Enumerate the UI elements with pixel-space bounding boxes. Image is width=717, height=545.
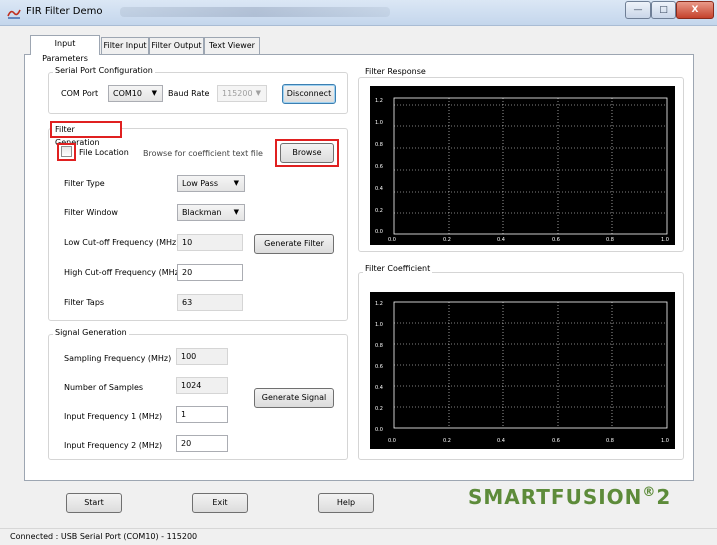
generate-signal-button[interactable]: Generate Signal xyxy=(254,388,334,408)
filter-response-grid xyxy=(394,98,667,234)
tab-text-viewer[interactable]: Text Viewer xyxy=(204,37,260,54)
number-of-samples-input[interactable]: 1024 xyxy=(176,377,228,394)
filter-coefficient-frame xyxy=(393,301,668,429)
filter-response-ytick: 0.6 xyxy=(375,164,383,170)
start-button[interactable]: Start xyxy=(66,493,122,513)
filter-window-label: Filter Window xyxy=(64,208,118,217)
filter-coefficient-xtick: 1.0 xyxy=(661,438,669,444)
high-cutoff-input[interactable]: 20 xyxy=(177,264,243,281)
filter-response-ytick: 0.4 xyxy=(375,186,383,192)
file-location-label: File Location xyxy=(79,148,129,157)
input-frequency-1-label: Input Frequency 1 (MHz) xyxy=(64,412,163,421)
browse-button[interactable]: Browse xyxy=(280,143,334,163)
filter-response-frame xyxy=(393,97,668,235)
tab-filter-output[interactable]: Filter Output xyxy=(149,37,204,54)
sampling-frequency-input[interactable]: 100 xyxy=(176,348,228,365)
signal-generation-group-label: Signal Generation xyxy=(53,328,129,337)
registered-icon: ® xyxy=(642,485,657,500)
chevron-down-icon: ▼ xyxy=(233,208,239,216)
filter-coefficient-grid xyxy=(394,302,667,428)
maximize-button[interactable]: □ xyxy=(651,1,676,19)
baud-rate-select[interactable]: 115200 ▼ xyxy=(217,85,267,102)
com-port-label: COM Port xyxy=(61,89,99,98)
baud-rate-value: 115200 xyxy=(222,89,253,98)
filter-type-select[interactable]: Low Pass ▼ xyxy=(177,175,245,192)
filter-coefficient-xtick: 0.6 xyxy=(552,438,560,444)
filter-response-ytick: 0.2 xyxy=(375,208,383,214)
filter-response-xtick: 0.4 xyxy=(497,237,505,243)
input-frequency-2-input[interactable]: 20 xyxy=(176,435,228,452)
filter-coefficient-ytick: 0.4 xyxy=(375,385,383,391)
high-cutoff-label: High Cut-off Frequency (MHz) xyxy=(64,268,182,277)
filter-response-ytick: 0.0 xyxy=(375,229,383,235)
filter-coefficient-xtick: 0.4 xyxy=(497,438,505,444)
chevron-down-icon: ▼ xyxy=(255,89,261,97)
tab-input-parameters[interactable]: Input Parameters xyxy=(30,35,100,63)
input-frequency-1-input[interactable]: 1 xyxy=(176,406,228,423)
filter-coefficient-plot: 1.2 1.0 0.8 0.6 0.4 0.2 0.0 0.0 0.2 0.4 … xyxy=(370,292,675,449)
filter-response-plot: 1.2 1.0 0.8 0.6 0.4 0.2 0.0 0.0 0.2 0.4 … xyxy=(370,86,675,245)
filter-taps-label: Filter Taps xyxy=(64,298,105,307)
serial-port-group-label: Serial Port Configuration xyxy=(53,66,155,75)
file-location-input[interactable]: Browse for coefficient text file xyxy=(138,145,275,162)
smartfusion-logo: SMARTFUSION®2 xyxy=(468,485,671,509)
app-icon xyxy=(7,9,21,19)
status-bar: Connected : USB Serial Port (COM10) - 11… xyxy=(0,528,717,545)
low-cutoff-input[interactable]: 10 xyxy=(177,234,243,251)
filter-coefficient-ytick: 1.0 xyxy=(375,322,383,328)
filter-response-ytick: 1.0 xyxy=(375,120,383,126)
tab-filter-input[interactable]: Filter Input xyxy=(101,37,149,54)
filter-response-xtick: 0.6 xyxy=(552,237,560,243)
filter-type-value: Low Pass xyxy=(182,179,218,188)
filter-coefficient-ytick: 0.6 xyxy=(375,364,383,370)
sampling-frequency-label: Sampling Frequency (MHz) xyxy=(64,354,172,363)
file-location-checkbox[interactable] xyxy=(61,146,72,157)
filter-coefficient-title: Filter Coefficient xyxy=(363,264,433,273)
filter-coefficient-xtick: 0.0 xyxy=(388,438,396,444)
exit-button[interactable]: Exit xyxy=(192,493,248,513)
filter-coefficient-xtick: 0.8 xyxy=(606,438,614,444)
chevron-down-icon: ▼ xyxy=(151,89,157,97)
help-button[interactable]: Help xyxy=(318,493,374,513)
blurred-background-titles xyxy=(120,7,390,17)
filter-window-value: Blackman xyxy=(182,208,222,217)
filter-coefficient-xtick: 0.2 xyxy=(443,438,451,444)
brand-version: 2 xyxy=(656,485,672,509)
filter-coefficient-ytick: 1.2 xyxy=(375,301,383,307)
close-button[interactable]: X xyxy=(676,1,714,19)
low-cutoff-label: Low Cut-off Frequency (MHz) xyxy=(64,238,180,247)
com-port-value: COM10 xyxy=(113,89,142,98)
minimize-button[interactable]: — xyxy=(625,1,651,19)
filter-coefficient-ytick: 0.0 xyxy=(375,427,383,433)
input-frequency-2-label: Input Frequency 2 (MHz) xyxy=(64,441,163,450)
filter-type-label: Filter Type xyxy=(64,179,105,188)
number-of-samples-label: Number of Samples xyxy=(64,383,144,392)
filter-taps-input[interactable]: 63 xyxy=(177,294,243,311)
window-title: FIR Filter Demo xyxy=(26,6,103,17)
filter-response-xtick: 0.0 xyxy=(388,237,396,243)
filter-response-xtick: 0.2 xyxy=(443,237,451,243)
disconnect-button[interactable]: Disconnect xyxy=(282,84,336,104)
chevron-down-icon: ▼ xyxy=(233,179,239,187)
filter-response-xtick: 1.0 xyxy=(661,237,669,243)
filter-window-select[interactable]: Blackman ▼ xyxy=(177,204,245,221)
com-port-select[interactable]: COM10 ▼ xyxy=(108,85,163,102)
brand-text: SMARTFUSION xyxy=(468,485,643,509)
filter-response-title: Filter Response xyxy=(363,67,428,76)
filter-response-ytick: 1.2 xyxy=(375,98,383,104)
filter-generation-group-label: Filter Generation xyxy=(50,121,122,147)
filter-response-ytick: 0.8 xyxy=(375,142,383,148)
filter-response-xtick: 0.8 xyxy=(606,237,614,243)
baud-rate-label: Baud Rate xyxy=(168,89,210,98)
filter-coefficient-ytick: 0.8 xyxy=(375,343,383,349)
generate-filter-button[interactable]: Generate Filter xyxy=(254,234,334,254)
filter-coefficient-ytick: 0.2 xyxy=(375,406,383,412)
